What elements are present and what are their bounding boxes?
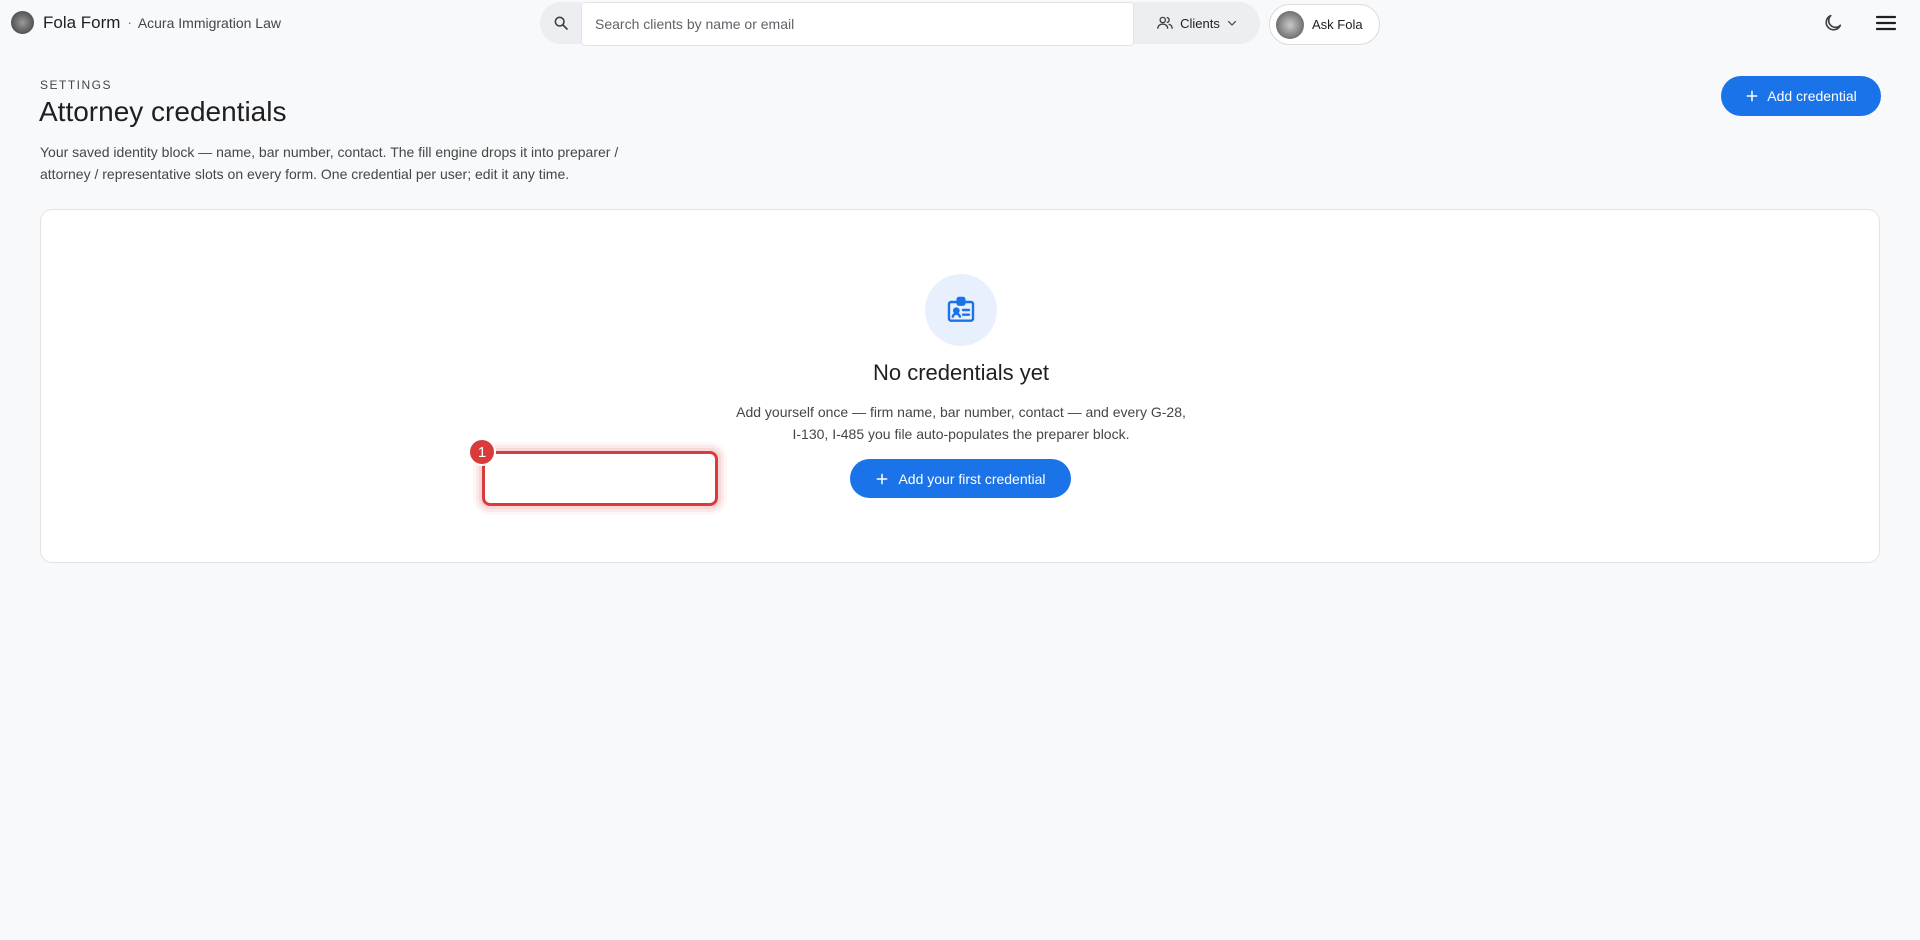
people-icon [1157, 16, 1173, 29]
theme-toggle-button[interactable] [1822, 12, 1844, 34]
add-credential-label: Add credential [1767, 88, 1857, 104]
brand[interactable]: Fola Form · Acura Immigration Law [11, 11, 281, 34]
main-menu-button[interactable] [1874, 12, 1898, 34]
search-input[interactable] [581, 2, 1134, 46]
brand-separator: · [127, 15, 132, 30]
empty-state-title: No credentials yet [872, 360, 1050, 385]
search-bar: Clients [540, 2, 1260, 46]
plus-icon [877, 473, 888, 484]
id-badge-icon [947, 296, 975, 322]
search-scope-dropdown[interactable]: Clients [1134, 2, 1260, 44]
add-first-credential-button[interactable]: Add your first credential [850, 459, 1071, 498]
empty-state-icon-wrap [925, 274, 997, 346]
annotation-highlight-box [482, 451, 718, 506]
ask-fola-label: Ask Fola [1312, 17, 1363, 32]
chevron-down-icon [1227, 20, 1236, 26]
plus-icon [1746, 90, 1758, 102]
empty-state-description: Add yourself once — firm name, bar numbe… [736, 404, 1186, 442]
add-first-credential-label: Add your first credential [898, 470, 1046, 487]
hamburger-menu-icon [1875, 15, 1897, 31]
annotation-badge: 1 [468, 438, 496, 466]
search-button[interactable] [540, 2, 581, 44]
search-scope-label: Clients [1180, 15, 1220, 31]
moon-icon [1825, 14, 1842, 31]
top-bar: Fola Form · Acura Immigration Law Client… [0, 0, 1920, 46]
add-credential-button[interactable]: Add credential [1721, 76, 1881, 116]
brand-logo-icon [11, 11, 34, 34]
org-name: Acura Immigration Law [137, 14, 281, 31]
ask-fola-avatar [1276, 10, 1304, 39]
ask-fola-button[interactable]: Ask Fola [1269, 4, 1380, 45]
section-eyebrow: SETTINGS [40, 78, 113, 92]
page-title: Attorney credentials [39, 96, 287, 127]
page-description: Your saved identity block — name, bar nu… [40, 144, 619, 182]
search-icon [554, 16, 568, 30]
credentials-card: No credentials yet Add yourself once — f… [40, 209, 1880, 563]
brand-name: Fola Form [43, 12, 121, 32]
